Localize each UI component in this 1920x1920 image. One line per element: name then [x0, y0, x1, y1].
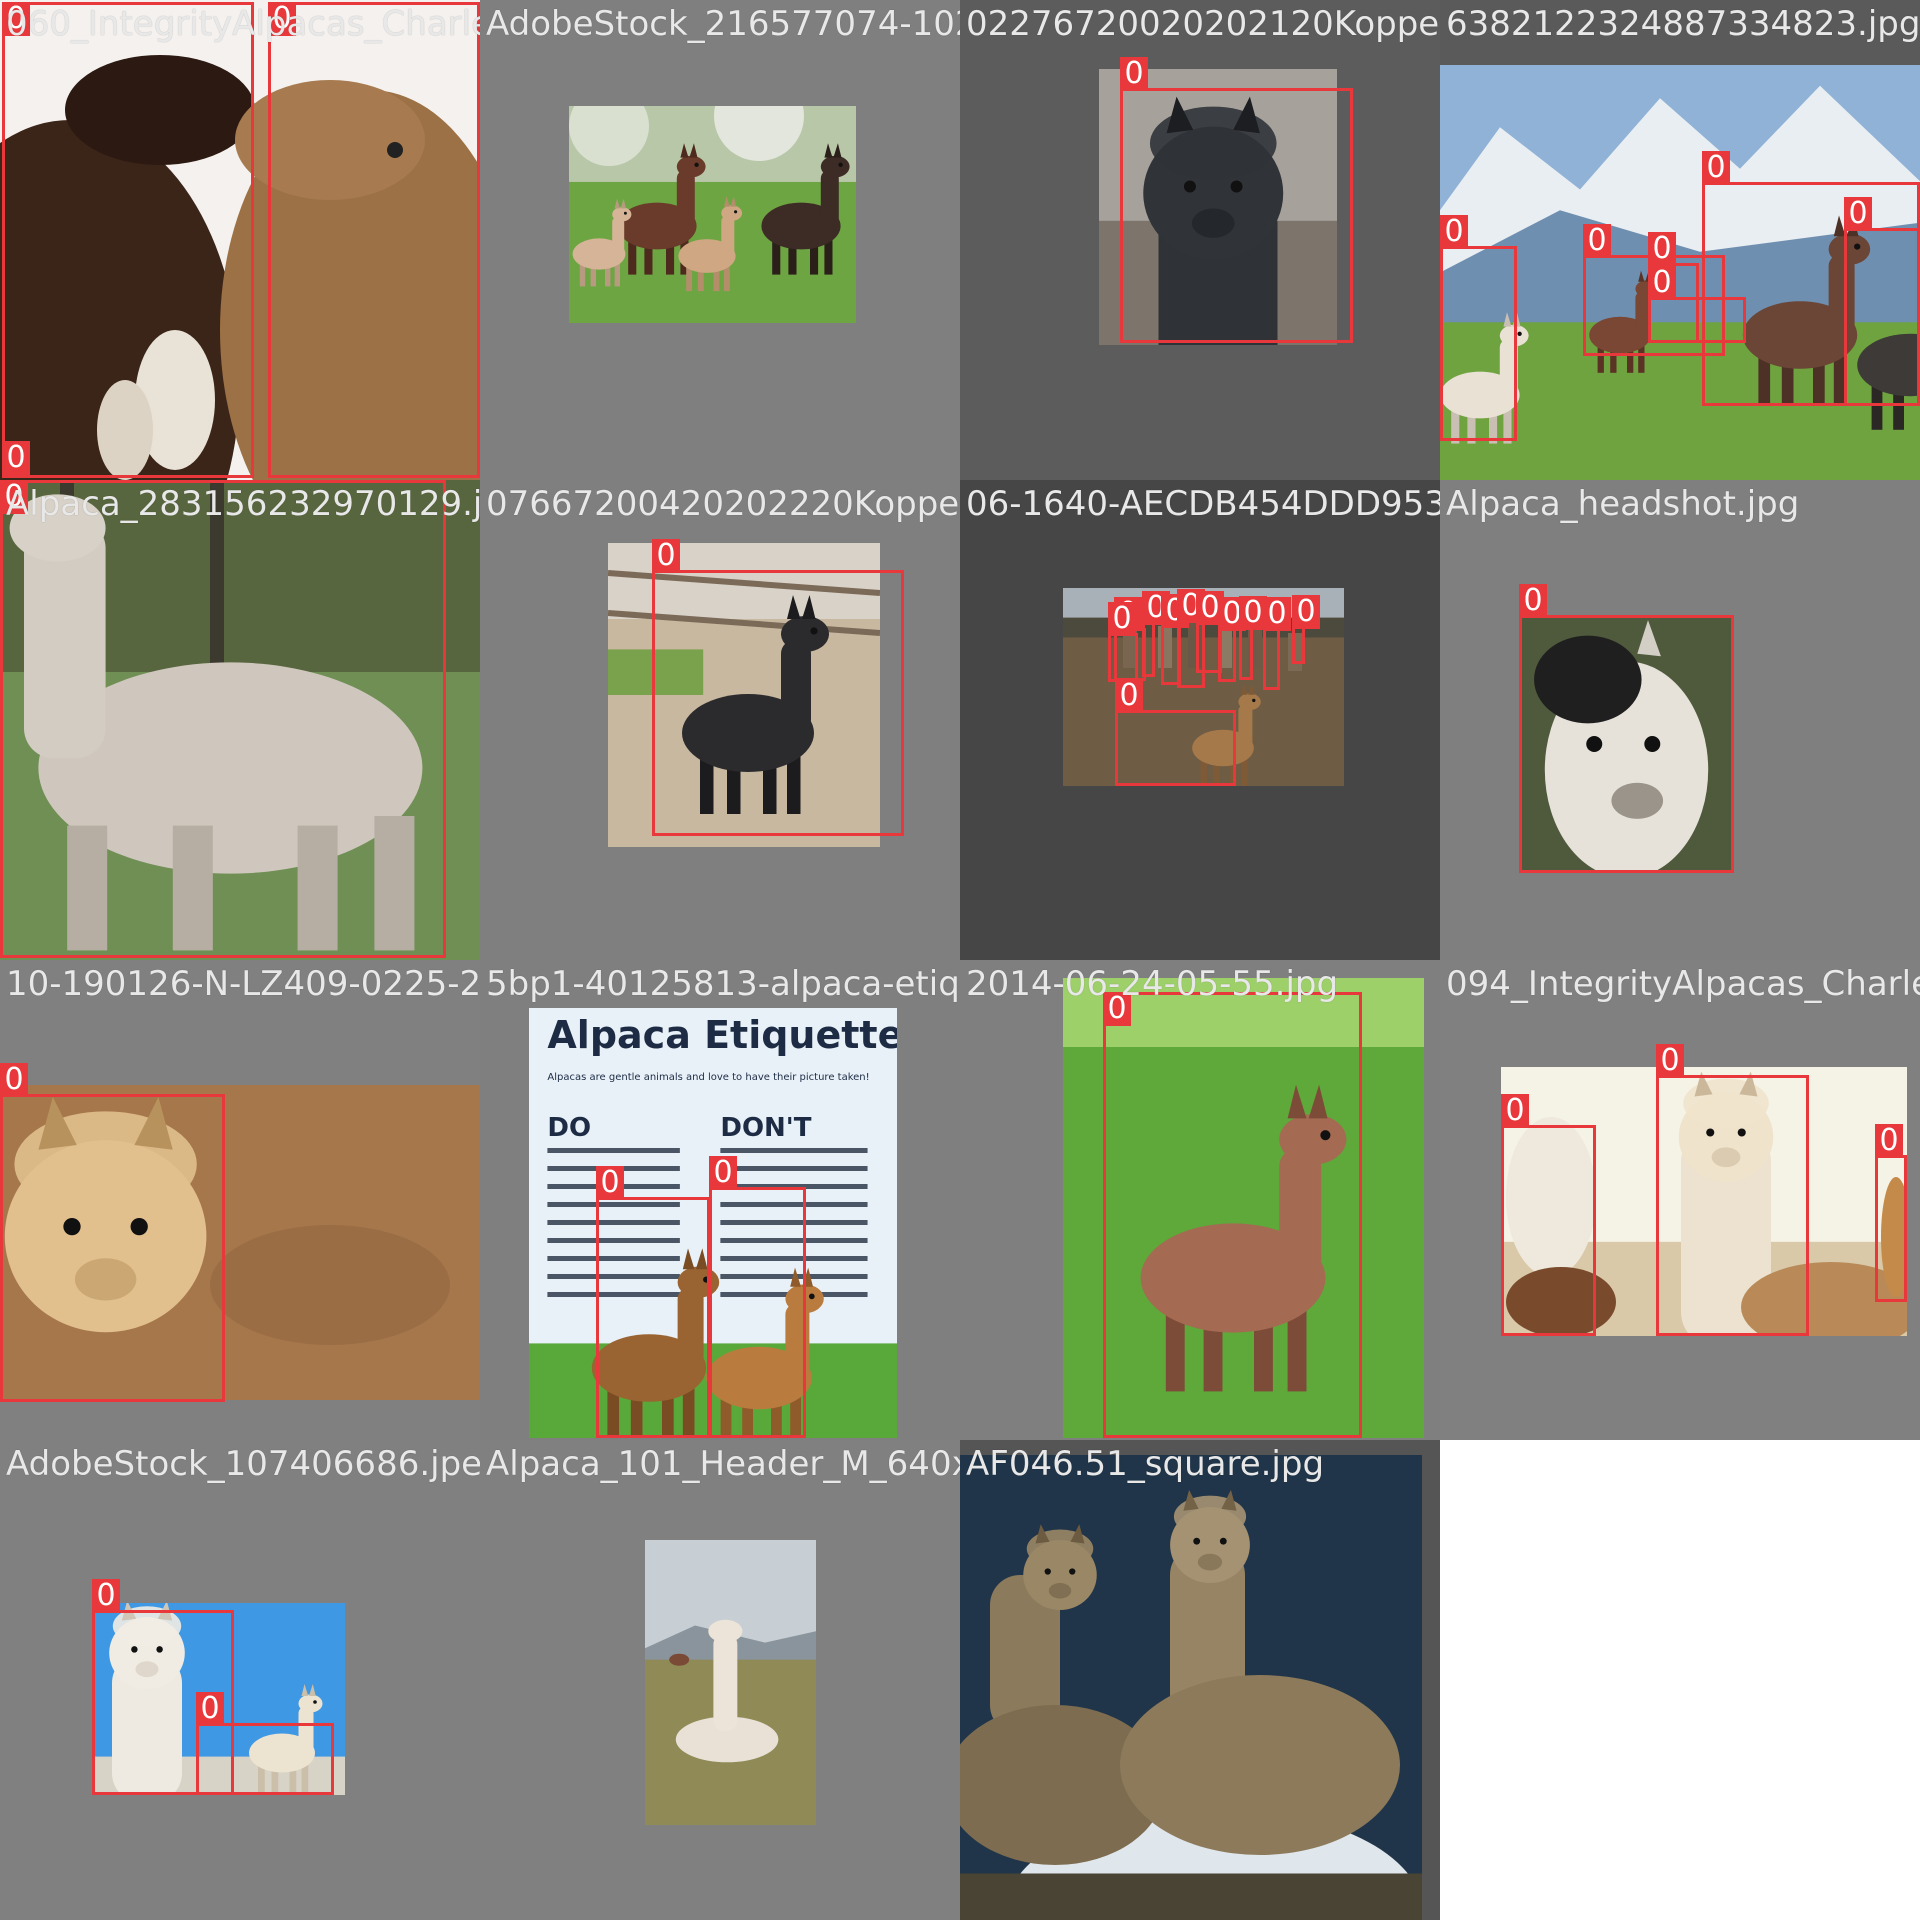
detection-box: 0 — [2, 2, 254, 478]
image-filename: 6382122324887334823.jpg — [1446, 4, 1920, 44]
image-filename: AdobeStock_107406686.jpeg — [6, 1444, 480, 1484]
image-filename: Alpaca_headshot.jpg — [1446, 484, 1800, 524]
detection-box: 0 — [1108, 602, 1138, 682]
mosaic-tile: AF046.51_square.jpg — [960, 1440, 1440, 1920]
class-label-tag: 0 — [1656, 1044, 1684, 1078]
image-filename: 06-1640-AECDB454DDD953EF-b6-13a-6ae5f-d8… — [966, 484, 1440, 524]
class-label-tag: 0 — [1292, 595, 1320, 629]
detection-box: 0 — [1656, 1044, 1809, 1336]
class-label-tag: 0 — [2, 2, 30, 36]
class-label-tag: 0 — [92, 1579, 120, 1613]
detection-box: 0 — [652, 539, 904, 836]
class-label-tag: 0 — [1103, 992, 1131, 1026]
image-filename: 10-190126-N-LZ409-0225-2.jpg — [6, 964, 480, 1004]
class-label-tag: 0 — [0, 480, 28, 514]
detection-box: 0 — [1218, 597, 1246, 682]
detection-box: 0 — [1844, 197, 1920, 406]
sample-image — [960, 1455, 1422, 1920]
class-label-tag: 0 — [1501, 1094, 1529, 1128]
image-filename: 02276720020202120Kopper.head.jpg — [966, 4, 1440, 44]
class-label-tag: 0 — [652, 539, 680, 573]
class-label-tag: 0 — [1844, 197, 1872, 231]
mosaic-tile: 0 02276720020202120Kopper.head.jpg — [960, 0, 1440, 480]
detection-box: 0 — [1263, 597, 1291, 690]
detection-box: 0 — [0, 480, 446, 958]
detection-box: 0 — [1440, 215, 1517, 441]
mosaic-tile: 0 Alpaca_headshot.jpg — [1440, 480, 1920, 960]
detection-box: 0 — [1501, 1094, 1596, 1336]
image-filename: 07667200420202220Kopper.head.jpg — [486, 484, 960, 524]
detection-box: 0 — [2, 441, 30, 478]
mosaic-tile: 0 2014-06-24-05-55.jpg — [960, 960, 1440, 1440]
detection-box: 0 — [1875, 1124, 1907, 1302]
detection-box: 0 — [1115, 679, 1236, 786]
class-label-tag: 0 — [1875, 1124, 1903, 1158]
svg-text:Alpacas are gentle animals and: Alpacas are gentle animals and love to h… — [547, 1072, 869, 1083]
class-label-tag: 0 — [0, 1063, 28, 1097]
class-label-tag: 0 — [1583, 224, 1611, 258]
sample-image — [569, 106, 856, 323]
mosaic-tile: AdobeStock_216577074-1024x768.jpg — [480, 0, 960, 480]
class-label-tag: 0 — [1108, 602, 1136, 636]
detection-box: 0 — [596, 1166, 710, 1438]
svg-text:DON'T: DON'T — [720, 1113, 811, 1143]
mosaic-tile: Alpaca_101_Header_M_640x1040.jpg — [480, 1440, 960, 1920]
class-label-tag: 0 — [1702, 151, 1730, 185]
class-label-tag: 0 — [1648, 232, 1676, 266]
mosaic-tile: 0000000000006-1640-AECDB454DDD953EF-b6-1… — [960, 480, 1440, 960]
image-filename: AdobeStock_216577074-1024x768.jpg — [486, 4, 960, 44]
class-label-tag: 0 — [709, 1156, 737, 1190]
detection-box: 0 — [1120, 57, 1353, 343]
detection-box: 0 — [1648, 232, 1699, 343]
svg-text:DO: DO — [547, 1113, 591, 1143]
detection-box: 0 — [1103, 992, 1362, 1438]
svg-text:Alpaca Etiquette: Alpaca Etiquette — [547, 1013, 897, 1057]
detection-box: 0 — [196, 1692, 334, 1795]
class-label-tag: 0 — [196, 1692, 224, 1726]
class-label-tag: 0 — [1519, 584, 1547, 618]
image-filename: Alpaca_101_Header_M_640x1040.jpg — [486, 1444, 960, 1484]
class-label-tag: 0 — [2, 441, 30, 475]
image-filename: 5bp1-40125813-alpaca-etiquette.jpg — [486, 964, 960, 1004]
detection-mosaic: 0 0 0 060_IntegrityAlpacas_Charle AdobeS… — [0, 0, 1920, 1920]
mosaic-tile: 0 0 0 060_IntegrityAlpacas_Charle — [0, 0, 480, 480]
class-label-tag: 0 — [596, 1166, 624, 1200]
detection-box: 0 — [268, 2, 480, 478]
mosaic-tile: Alpaca Etiquette Alpacas are gentle anim… — [480, 960, 960, 1440]
mosaic-tile: 0 10-190126-N-LZ409-0225-2.jpg — [0, 960, 480, 1440]
detection-box: 0 — [0, 1063, 225, 1402]
mosaic-tile: 0 07667200420202220Kopper.head.jpg — [480, 480, 960, 960]
mosaic-tile: 0 Alpaca_283156232970129.jpg — [0, 480, 480, 960]
mosaic-tile: 0 0 0 0 0 0 6382122324887334823.jpg — [1440, 0, 1920, 480]
class-label-tag: 0 — [1120, 57, 1148, 91]
mosaic-tile: 0 0 AdobeStock_107406686.jpeg — [0, 1440, 480, 1920]
detection-box: 0 — [1292, 595, 1320, 664]
image-filename: 094_IntegrityAlpacas_Charle — [1446, 964, 1920, 1004]
detection-box: 0 — [1142, 591, 1170, 677]
detection-box: 0 — [1239, 596, 1267, 680]
detection-box: 0 — [1519, 584, 1734, 873]
class-label-tag: 0 — [1115, 679, 1143, 713]
class-label-tag: 0 — [1440, 215, 1468, 249]
mosaic-tile: 0 0 0 094_IntegrityAlpacas_Charle — [1440, 960, 1920, 1440]
class-label-tag: 0 — [268, 2, 296, 36]
detection-box: 0 — [709, 1156, 806, 1438]
class-label-tag: 0 — [1263, 597, 1291, 631]
sample-image — [645, 1540, 816, 1825]
